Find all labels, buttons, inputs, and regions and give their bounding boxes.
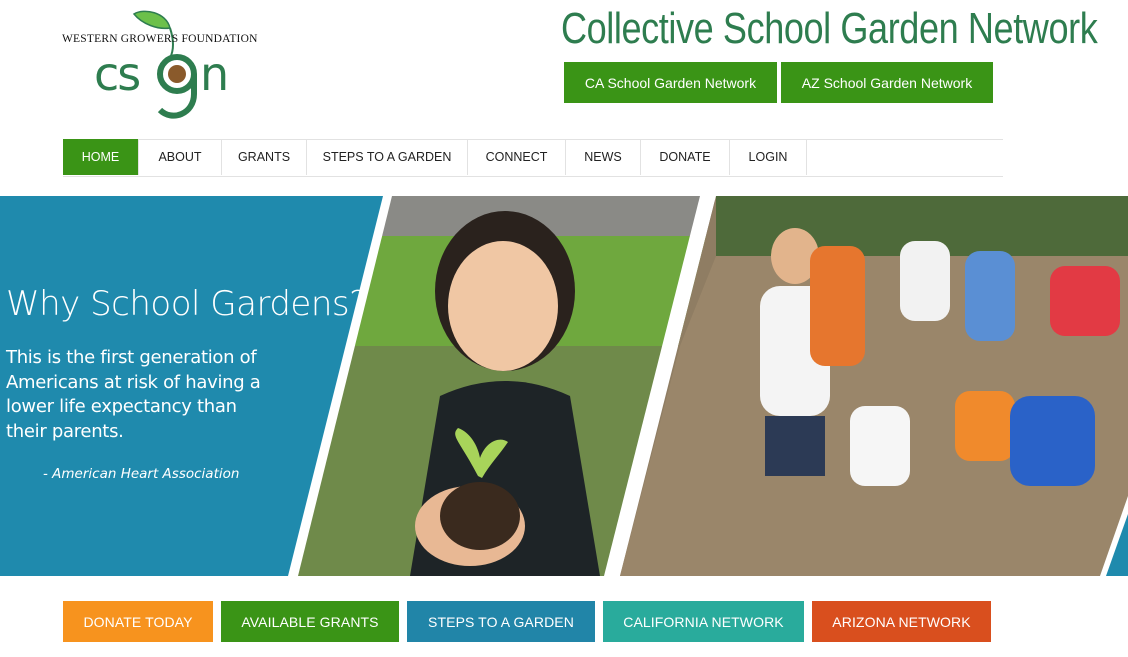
hero-title: Why School Gardens?	[6, 284, 367, 324]
nav-item-home[interactable]: HOME	[63, 139, 139, 175]
california-network-button[interactable]: CALIFORNIA NETWORK	[603, 601, 804, 642]
site-title: Collective School Garden Network	[561, 4, 1098, 53]
nav-item-connect[interactable]: CONNECT	[468, 139, 566, 175]
ca-network-button[interactable]: CA School Garden Network	[564, 62, 777, 103]
available-grants-button[interactable]: AVAILABLE GRANTS	[221, 601, 399, 642]
donate-today-button[interactable]: DONATE TODAY	[63, 601, 213, 642]
nav-item-donate[interactable]: DONATE	[641, 139, 730, 175]
arizona-network-button[interactable]: ARIZONA NETWORK	[812, 601, 991, 642]
nav-item-login[interactable]: LOGIN	[730, 139, 807, 175]
csgn-logo-graphic: cs n	[94, 10, 229, 119]
hero-citation: - American Heart Association	[43, 466, 240, 482]
nav-item-steps-to-a-garden[interactable]: STEPS TO A GARDEN	[307, 139, 468, 175]
nav-item-grants[interactable]: GRANTS	[222, 139, 307, 175]
az-network-button[interactable]: AZ School Garden Network	[781, 62, 993, 103]
svg-text:cs: cs	[94, 47, 139, 101]
hero-banner[interactable]: Why School Gardens? This is the first ge…	[0, 196, 1128, 576]
main-nav: HOME ABOUT GRANTS STEPS TO A GARDEN CONN…	[63, 139, 1003, 177]
nav-item-about[interactable]: ABOUT	[139, 139, 222, 175]
site-logo[interactable]: cs n WESTERN GROWERS FOUNDATION	[62, 10, 257, 122]
svg-text:n: n	[200, 47, 229, 101]
logo-org-name: WESTERN GROWERS FOUNDATION	[62, 33, 258, 45]
hero-quote: This is the first generation of American…	[6, 347, 261, 442]
steps-to-a-garden-button[interactable]: STEPS TO A GARDEN	[407, 601, 595, 642]
nav-item-news[interactable]: NEWS	[566, 139, 641, 175]
